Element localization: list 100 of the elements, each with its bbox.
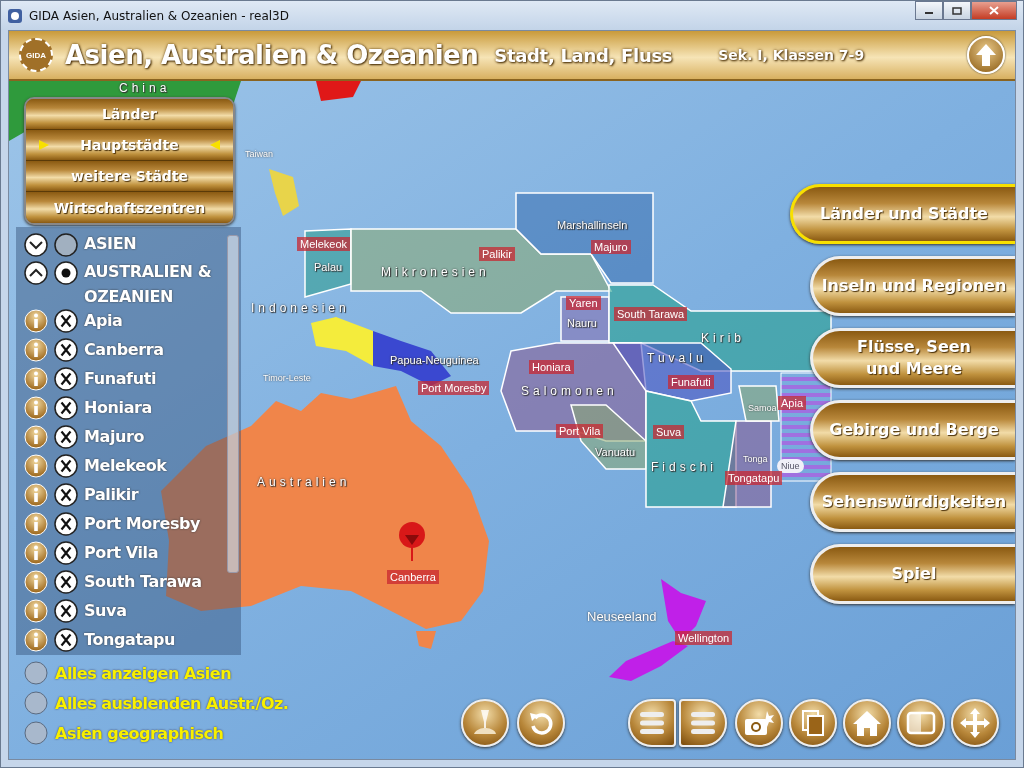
info-icon[interactable]	[24, 309, 48, 333]
capital-list-item[interactable]: Suva	[84, 597, 127, 624]
island-shape	[269, 169, 299, 216]
capital-label: Suva	[653, 425, 685, 439]
x-mark-icon[interactable]	[54, 338, 78, 362]
move-arrows-icon	[959, 707, 991, 739]
x-mark-icon[interactable]	[54, 628, 78, 652]
country-label: Marshallinseln	[557, 218, 628, 232]
info-icon[interactable]	[24, 425, 48, 449]
x-mark-icon[interactable]	[54, 483, 78, 507]
capital-label: Yaren	[566, 296, 601, 310]
up-arrow-button[interactable]	[967, 36, 1005, 74]
collapse-chevron-icon[interactable]	[24, 261, 48, 285]
region-label: Mikronesien	[381, 265, 490, 279]
capital-label: Tongatapu	[725, 471, 783, 485]
close-icon	[989, 6, 999, 15]
country-label: Papua-Neuguinea	[390, 353, 479, 367]
x-mark-icon[interactable]	[54, 570, 78, 594]
capital-list-item[interactable]: Tongatapu	[84, 626, 176, 653]
pointer-triangle-icon	[209, 139, 221, 151]
capital-label: Majuro	[591, 240, 631, 254]
radio-button[interactable]	[54, 261, 78, 285]
info-icon[interactable]	[24, 483, 48, 507]
capital-list-item[interactable]: Apia	[84, 307, 123, 334]
country-label: Timor-Leste	[263, 372, 311, 385]
x-mark-icon[interactable]	[54, 309, 78, 333]
option-label[interactable]: Alles ausblenden Austr./Oz.	[55, 693, 289, 713]
category-button[interactable]: Flüsse, Seen und Meere	[810, 328, 1015, 388]
menu-icon	[689, 710, 717, 736]
country-label: Nauru	[567, 316, 597, 330]
app-title: Asien, Australien & Ozeanien	[65, 40, 479, 70]
grade-label: Sek. I, Klassen 7-9	[718, 47, 865, 63]
info-icon[interactable]	[24, 541, 48, 565]
capital-label: Port Vila	[556, 424, 604, 438]
copy-icon	[800, 709, 826, 737]
gida-logo: GIDA	[19, 38, 53, 72]
region-label: Tuvalu	[647, 351, 707, 365]
info-icon[interactable]	[24, 338, 48, 362]
info-icon[interactable]	[24, 512, 48, 536]
capital-list-item[interactable]: Canberra	[84, 336, 164, 363]
capital-list-item[interactable]: Palikir	[84, 481, 139, 508]
radio-button[interactable]	[24, 721, 48, 745]
island-label: Niue	[777, 459, 804, 473]
home-icon	[852, 709, 882, 737]
country-label: Taiwan	[245, 148, 273, 161]
region-label: Kirib	[701, 331, 745, 345]
close-button[interactable]	[971, 1, 1017, 20]
option-label[interactable]: Alles anzeigen Asien	[55, 663, 232, 683]
scrollbar[interactable]	[227, 235, 239, 573]
capital-list-item[interactable]: South Tarawa	[84, 568, 202, 595]
capital-label: Melekeok	[297, 237, 351, 251]
radio-button[interactable]	[24, 661, 48, 685]
option-label[interactable]: Asien geographisch	[55, 723, 224, 743]
capital-list-item[interactable]: Majuro	[84, 423, 145, 450]
region-label: Australien	[257, 475, 351, 489]
x-mark-icon[interactable]	[54, 454, 78, 478]
minimize-button[interactable]	[915, 1, 943, 20]
capital-label: Apia	[778, 396, 807, 410]
capital-label: Honiara	[529, 360, 574, 374]
capital-list-item[interactable]: Funafuti	[84, 365, 156, 392]
app-icon	[7, 7, 23, 24]
app-subtitle: Stadt, Land, Fluss	[494, 44, 673, 66]
capital-list-item[interactable]: Port Vila	[84, 539, 159, 566]
split-window-icon	[906, 711, 936, 735]
info-icon[interactable]	[24, 396, 48, 420]
region-label: Salomonen	[521, 384, 618, 398]
x-mark-icon[interactable]	[54, 512, 78, 536]
capital-list-item[interactable]: Port Moresby	[84, 510, 201, 537]
capital-list-item[interactable]: Melekeok	[84, 452, 167, 479]
radio-button[interactable]	[54, 233, 78, 257]
region-label: Indonesien	[251, 301, 350, 315]
land-region	[311, 317, 373, 366]
tree-item-label[interactable]: ASIEN	[84, 231, 137, 256]
info-icon[interactable]	[24, 570, 48, 594]
x-mark-icon[interactable]	[54, 599, 78, 623]
x-mark-icon[interactable]	[54, 425, 78, 449]
list-right-button[interactable]	[679, 699, 727, 747]
info-icon[interactable]	[24, 454, 48, 478]
list-left-button[interactable]	[628, 699, 676, 747]
capital-label: Funafuti	[668, 375, 714, 389]
camera-icon	[743, 709, 775, 737]
x-mark-icon[interactable]	[54, 541, 78, 565]
country-label: Vanuatu	[595, 445, 636, 459]
radio-button[interactable]	[24, 691, 48, 715]
island-shape	[416, 631, 436, 649]
map-pin-icon	[397, 521, 427, 561]
expand-chevron-icon[interactable]	[24, 233, 48, 257]
x-mark-icon[interactable]	[54, 367, 78, 391]
window-title: GIDA Asien, Australien & Ozeanien - real3D	[29, 8, 289, 23]
info-icon[interactable]	[24, 367, 48, 391]
capital-label: South Tarawa	[614, 307, 688, 321]
capital-list-item[interactable]: Honiara	[84, 394, 152, 421]
country-label: Tonga	[743, 453, 768, 466]
info-icon[interactable]	[24, 628, 48, 652]
capital-label: Canberra	[387, 570, 439, 584]
maximize-button[interactable]	[943, 1, 971, 20]
x-mark-icon[interactable]	[54, 396, 78, 420]
info-icon[interactable]	[24, 599, 48, 623]
tree-item-label[interactable]: AUSTRALIEN & OZEANIEN	[84, 259, 214, 309]
capital-label: Wellington	[675, 631, 733, 645]
